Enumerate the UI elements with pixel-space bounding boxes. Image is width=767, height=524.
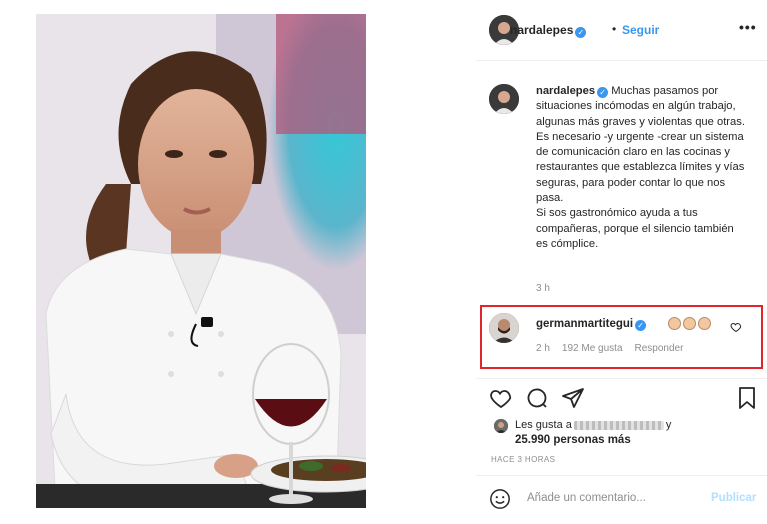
add-comment-input[interactable]: Añade un comentario... xyxy=(527,492,646,504)
liked-by-prefix: Les gusta a xyxy=(515,419,572,431)
commenter-avatar[interactable] xyxy=(489,313,519,343)
clapping-hands-icon xyxy=(698,317,711,331)
author-username[interactable]: nardalepes ✓ xyxy=(510,23,587,38)
verified-badge-icon: ✓ xyxy=(635,320,647,331)
highlighted-comment-box xyxy=(480,305,763,369)
input-divider xyxy=(476,475,767,476)
publish-button[interactable]: Publicar xyxy=(711,492,756,504)
comment-like-count[interactable]: 192 Me gusta xyxy=(562,343,623,354)
post-photo-illustration xyxy=(36,14,366,508)
paper-plane-icon[interactable] xyxy=(561,386,585,410)
blurred-username[interactable] xyxy=(573,420,664,430)
smiley-icon[interactable] xyxy=(489,488,511,510)
liked-by-text: Les gusta a y xyxy=(515,419,671,431)
post-timestamp[interactable]: HACE 3 HORAS xyxy=(491,455,555,464)
more-options-icon[interactable]: ••• xyxy=(739,19,757,35)
post-caption: nardalepes ✓ Muchas pasamos por situacion… xyxy=(536,84,746,252)
post-photo xyxy=(36,14,366,508)
commenter-avatar-image xyxy=(489,313,519,343)
header-divider xyxy=(476,60,767,61)
caption-username[interactable]: nardalepes xyxy=(536,85,595,97)
comment-meta: 2 h 192 Me gusta Responder xyxy=(536,343,695,354)
comments-divider xyxy=(476,378,767,379)
caption-timestamp[interactable]: 3 h xyxy=(536,283,550,294)
likes-count[interactable]: 25.990 personas más xyxy=(515,434,631,446)
verified-badge-icon: ✓ xyxy=(597,87,609,98)
comment-like-heart-icon[interactable] xyxy=(730,320,742,333)
clapping-hands-emojis xyxy=(668,315,713,331)
comment-reply-button[interactable]: Responder xyxy=(635,343,684,354)
author-username-text: nardalepes xyxy=(510,23,574,37)
separator-dot: • xyxy=(612,22,617,36)
commenter-username-text: germanmartitegui xyxy=(536,318,634,330)
liked-by-suffix: y xyxy=(665,419,672,431)
clapping-hands-icon xyxy=(668,317,681,331)
heart-icon[interactable] xyxy=(489,386,513,410)
comment-icon[interactable] xyxy=(525,386,549,410)
post-actions-bar xyxy=(489,386,759,412)
caption-avatar[interactable] xyxy=(489,84,519,114)
follow-button[interactable]: Seguir xyxy=(622,23,659,37)
caption-paragraph-3: Si sos gastronómico ayuda a tus compañer… xyxy=(536,207,734,250)
liker-avatar-image xyxy=(494,419,508,433)
bookmark-icon[interactable] xyxy=(735,386,759,410)
caption-paragraph-2: Es necesario -y urgente -crear un sistem… xyxy=(536,130,745,205)
verified-badge-icon: ✓ xyxy=(575,27,587,38)
commenter-username[interactable]: germanmartitegui ✓ xyxy=(536,318,647,331)
caption-avatar-image xyxy=(489,84,519,114)
clapping-hands-icon xyxy=(683,317,696,331)
comment-timestamp[interactable]: 2 h xyxy=(536,343,550,354)
liker-avatar[interactable] xyxy=(494,419,508,433)
